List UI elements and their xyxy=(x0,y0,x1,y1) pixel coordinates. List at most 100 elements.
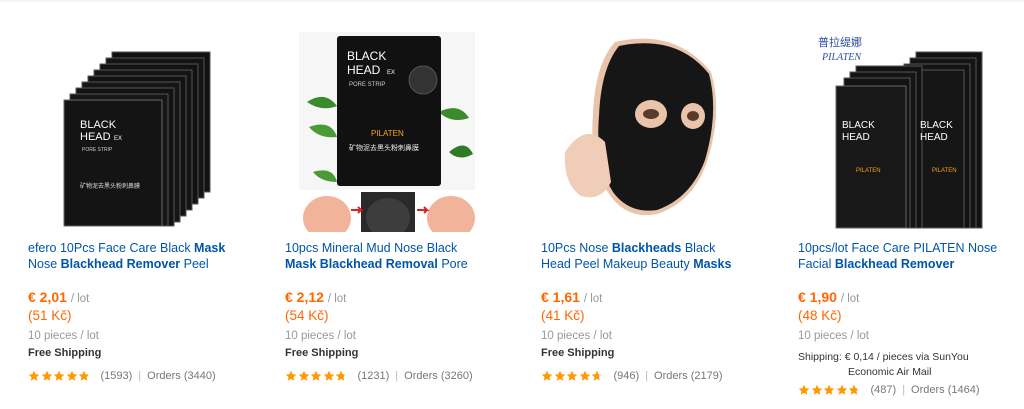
price: € 2,12 / lot xyxy=(285,289,347,305)
local-price: (54 Kč) xyxy=(285,308,329,323)
product-title[interactable]: efero 10Pcs Face Care Black Mask Nose Bl… xyxy=(28,240,228,274)
image-text: EX xyxy=(114,136,122,142)
star-icon xyxy=(298,370,309,381)
star-rating xyxy=(28,370,91,382)
title-keyword: Blackhead Remover xyxy=(834,257,955,271)
review-count[interactable]: (1593) xyxy=(101,370,133,382)
pieces-per-lot: 10 pieces / lot xyxy=(285,330,356,342)
product-title[interactable]: 10pcs Mineral Mud Nose Black Mask Blackh… xyxy=(285,240,485,274)
rating-row: (1593) | Orders (3440) xyxy=(28,370,216,382)
price: € 2,01 / lot xyxy=(28,289,90,305)
star-icon xyxy=(28,370,40,381)
pieces-per-lot: 10 pieces / lot xyxy=(28,330,99,342)
image-text: BLACK xyxy=(842,120,875,131)
review-count[interactable]: (946) xyxy=(614,370,640,382)
pieces-per-lot: 10 pieces / lot xyxy=(541,330,612,342)
title-text: Nose xyxy=(28,257,61,271)
product-card[interactable]: BLACK HEAD EX PORE STRIP PILATEN 矿物泥去黑头粉… xyxy=(285,32,485,409)
orders-count: Orders (3260) xyxy=(404,370,473,382)
star-icon xyxy=(566,370,578,381)
review-count[interactable]: (487) xyxy=(871,384,897,396)
product-card[interactable]: BLACK HEAD EX PORE STRIP 矿物泥去黑头粉刺鼻膜 efer… xyxy=(28,32,228,409)
product-card[interactable]: 普拉缇娜 PILATEN BLACK HEAD BLACK HEAD PILAT… xyxy=(798,32,998,409)
title-keyword: Mask Blackhead Removal xyxy=(285,257,438,271)
title-keyword: Blackheads xyxy=(611,241,682,255)
image-text: HEAD xyxy=(80,131,111,143)
product-image[interactable]: 普拉缇娜 PILATEN BLACK HEAD BLACK HEAD PILAT… xyxy=(812,32,988,232)
local-price: (41 Kč) xyxy=(541,308,585,323)
image-text: BLACK xyxy=(920,120,953,131)
star-rating xyxy=(541,370,604,382)
separator: | xyxy=(138,370,142,382)
image-text: PILATEN xyxy=(821,52,862,63)
top-divider xyxy=(0,0,1024,2)
pieces-per-lot: 10 pieces / lot xyxy=(798,330,869,342)
image-text: PORE STRIP xyxy=(349,82,385,88)
rating-row: (1231) | Orders (3260) xyxy=(285,370,473,382)
title-text: efero 10Pcs Face Care Black xyxy=(28,241,195,255)
product-image[interactable]: BLACK HEAD EX PORE STRIP 矿物泥去黑头粉刺鼻膜 xyxy=(42,32,218,232)
star-icon xyxy=(541,370,553,381)
product-image[interactable]: BLACK HEAD EX PORE STRIP PILATEN 矿物泥去黑头粉… xyxy=(299,32,475,232)
free-shipping-label: Free Shipping xyxy=(28,347,102,359)
star-icon xyxy=(66,370,77,381)
separator: | xyxy=(645,370,649,382)
separator: | xyxy=(902,384,906,396)
star-icon xyxy=(285,370,297,381)
image-text: BLACK xyxy=(347,49,386,63)
image-text: PILATEN xyxy=(371,129,404,138)
star-icon xyxy=(591,370,603,381)
image-text: 矿物泥去黑头粉刺鼻膜 xyxy=(80,182,140,190)
star-icon xyxy=(836,384,847,395)
star-icon xyxy=(41,370,52,381)
star-icon xyxy=(53,370,65,381)
image-text: HEAD xyxy=(842,132,870,143)
image-text: EX xyxy=(387,70,395,76)
separator: | xyxy=(395,370,399,382)
free-shipping-label: Free Shipping xyxy=(541,347,615,359)
star-rating xyxy=(285,370,348,382)
title-keyword: Blackhead Remover xyxy=(60,257,181,271)
product-card[interactable]: 10Pcs Nose Blackheads Black Head Peel Ma… xyxy=(541,32,741,409)
local-price: (51 Kč) xyxy=(28,308,72,323)
product-title[interactable]: 10pcs/lot Face Care PILATEN Nose Facial … xyxy=(798,240,998,274)
star-icon xyxy=(811,384,822,395)
orders-count: Orders (1464) xyxy=(911,384,980,396)
rating-row: (946) | Orders (2179) xyxy=(541,370,723,382)
star-icon xyxy=(579,370,590,381)
image-text: BLACK xyxy=(80,119,117,131)
rating-row: (487) | Orders (1464) xyxy=(798,384,980,396)
shipping-cost: Shipping: € 0,14 / pieces via SunYou xyxy=(798,351,969,363)
star-icon xyxy=(323,370,334,381)
price: € 1,90 / lot xyxy=(798,289,860,305)
star-icon xyxy=(848,384,860,395)
title-text: 10Pcs Nose xyxy=(541,241,612,255)
star-rating xyxy=(798,384,861,396)
image-text: 矿物泥去黑头粉刺鼻膜 xyxy=(349,143,419,152)
title-text: Pore xyxy=(437,257,468,271)
title-keyword: Masks xyxy=(693,257,732,271)
image-text: PILATEN xyxy=(856,168,881,174)
price: € 1,61 / lot xyxy=(541,289,603,305)
title-keyword: Mask xyxy=(194,241,226,255)
review-count[interactable]: (1231) xyxy=(358,370,390,382)
star-icon xyxy=(798,384,810,395)
title-text: 10pcs Mineral Mud Nose Black xyxy=(285,241,458,255)
local-price: (48 Kč) xyxy=(798,308,842,323)
title-text: Peel xyxy=(180,257,209,271)
product-grid: BLACK HEAD EX PORE STRIP 矿物泥去黑头粉刺鼻膜 efer… xyxy=(28,32,1018,409)
image-text: HEAD xyxy=(347,63,381,77)
image-text: PILATEN xyxy=(932,168,957,174)
star-icon xyxy=(554,370,565,381)
star-icon xyxy=(310,370,322,381)
shipping-method: Economic Air Mail xyxy=(848,366,932,378)
image-text: 普拉缇娜 xyxy=(818,35,862,49)
image-text: PORE STRIP xyxy=(82,147,113,153)
product-image[interactable] xyxy=(555,32,731,232)
free-shipping-label: Free Shipping xyxy=(285,347,359,359)
orders-count: Orders (3440) xyxy=(147,370,216,382)
image-text: HEAD xyxy=(920,132,948,143)
star-icon xyxy=(823,384,835,395)
product-title[interactable]: 10Pcs Nose Blackheads Black Head Peel Ma… xyxy=(541,240,741,274)
star-icon xyxy=(78,370,90,381)
